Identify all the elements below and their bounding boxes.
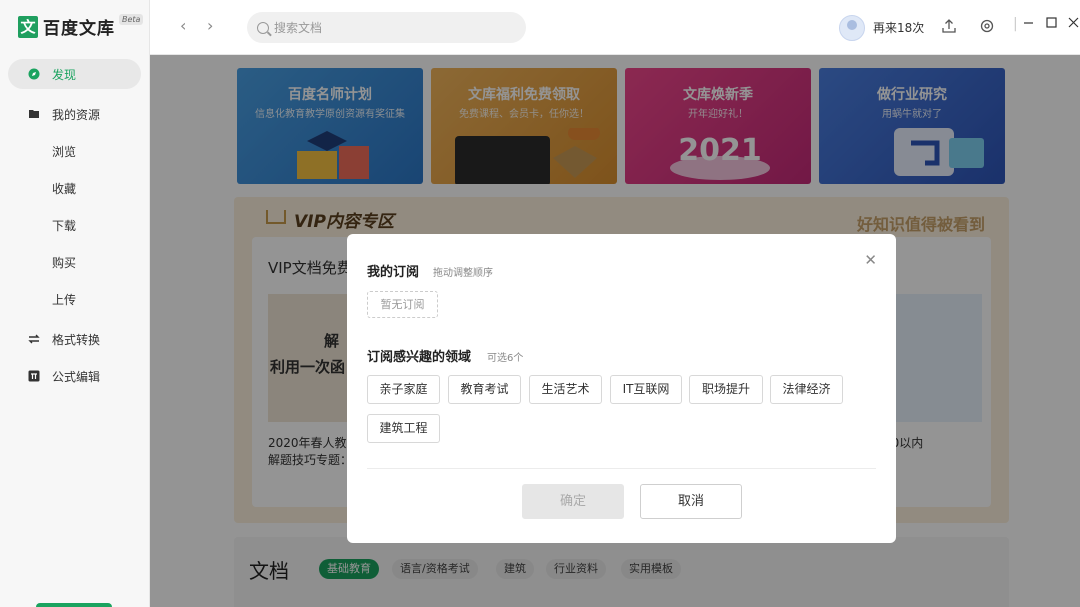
chip-it-internet[interactable]: IT互联网 xyxy=(610,375,682,404)
logo-mark-icon: 文 xyxy=(18,16,38,38)
settings-gear-icon[interactable] xyxy=(979,18,995,38)
back-arrow-icon[interactable]: ‹ xyxy=(180,16,186,35)
confirm-button[interactable]: 确定 xyxy=(522,484,624,519)
app-logo[interactable]: 文 百度文库 Beta xyxy=(18,14,143,39)
modal-title: 我的订阅 xyxy=(367,261,419,280)
sidebar-subitem-downloads[interactable]: 下载 xyxy=(52,217,76,234)
search-icon xyxy=(257,22,269,34)
convert-icon xyxy=(28,333,40,345)
chip-life-art[interactable]: 生活艺术 xyxy=(529,375,602,404)
empty-subscription-placeholder: 暂无订阅 xyxy=(367,291,438,318)
sidebar-subitem-purchases[interactable]: 购买 xyxy=(52,254,76,271)
sidebar: 文 百度文库 Beta 发现 我的资源 浏览 收藏 下载 购买 上传 格式转换 … xyxy=(0,0,150,607)
sidebar-subitem-uploads[interactable]: 上传 xyxy=(52,291,76,308)
toolbar-divider: | xyxy=(1013,16,1018,32)
formula-icon xyxy=(28,370,40,382)
sidebar-item-formula-edit[interactable]: 公式编辑 xyxy=(8,361,141,391)
interest-section-hint: 可选6个 xyxy=(487,349,523,364)
app-name: 百度文库 xyxy=(43,14,115,39)
chip-education-exam[interactable]: 教育考试 xyxy=(448,375,521,404)
search-placeholder: 搜索文档 xyxy=(274,19,322,36)
upload-icon[interactable] xyxy=(941,18,957,38)
sidebar-subitem-browse[interactable]: 浏览 xyxy=(52,143,76,160)
close-window-icon[interactable] xyxy=(1068,16,1079,32)
search-input[interactable]: 搜索文档 xyxy=(247,12,526,43)
modal-title-hint: 拖动调整顺序 xyxy=(433,264,493,279)
folder-icon xyxy=(28,108,40,120)
avatar[interactable] xyxy=(839,15,865,41)
minimize-icon[interactable] xyxy=(1023,16,1034,32)
sidebar-subitem-favorites[interactable]: 收藏 xyxy=(52,180,76,197)
cancel-button[interactable]: 取消 xyxy=(640,484,742,519)
sidebar-item-my-resources[interactable]: 我的资源 xyxy=(8,99,141,129)
close-icon[interactable]: ✕ xyxy=(864,251,877,269)
sidebar-item-format-convert[interactable]: 格式转换 xyxy=(8,324,141,354)
beta-badge: Beta xyxy=(119,14,143,25)
sidebar-item-label: 发现 xyxy=(52,66,76,83)
modal-divider xyxy=(367,468,876,469)
sidebar-item-label: 我的资源 xyxy=(52,106,100,123)
sidebar-item-discover[interactable]: 发现 xyxy=(8,59,141,89)
sidebar-bottom-button[interactable] xyxy=(36,603,112,607)
maximize-icon[interactable] xyxy=(1046,16,1057,32)
chip-parenting[interactable]: 亲子家庭 xyxy=(367,375,440,404)
subscription-modal: 我的订阅 拖动调整顺序 ✕ 暂无订阅 订阅感兴趣的领域 可选6个 亲子家庭 教育… xyxy=(347,234,896,543)
top-bar: ‹ › 搜索文档 再来18次 | xyxy=(150,0,1080,55)
sidebar-item-label: 公式编辑 xyxy=(52,368,100,385)
compass-icon xyxy=(28,68,40,80)
chip-architecture[interactable]: 建筑工程 xyxy=(367,414,440,443)
chip-law-economics[interactable]: 法律经济 xyxy=(770,375,843,404)
sidebar-item-label: 格式转换 xyxy=(52,331,100,348)
remaining-count[interactable]: 再来18次 xyxy=(873,19,924,36)
interest-section-title: 订阅感兴趣的领域 xyxy=(367,346,471,365)
chip-career[interactable]: 职场提升 xyxy=(689,375,763,404)
forward-arrow-icon[interactable]: › xyxy=(207,16,213,35)
